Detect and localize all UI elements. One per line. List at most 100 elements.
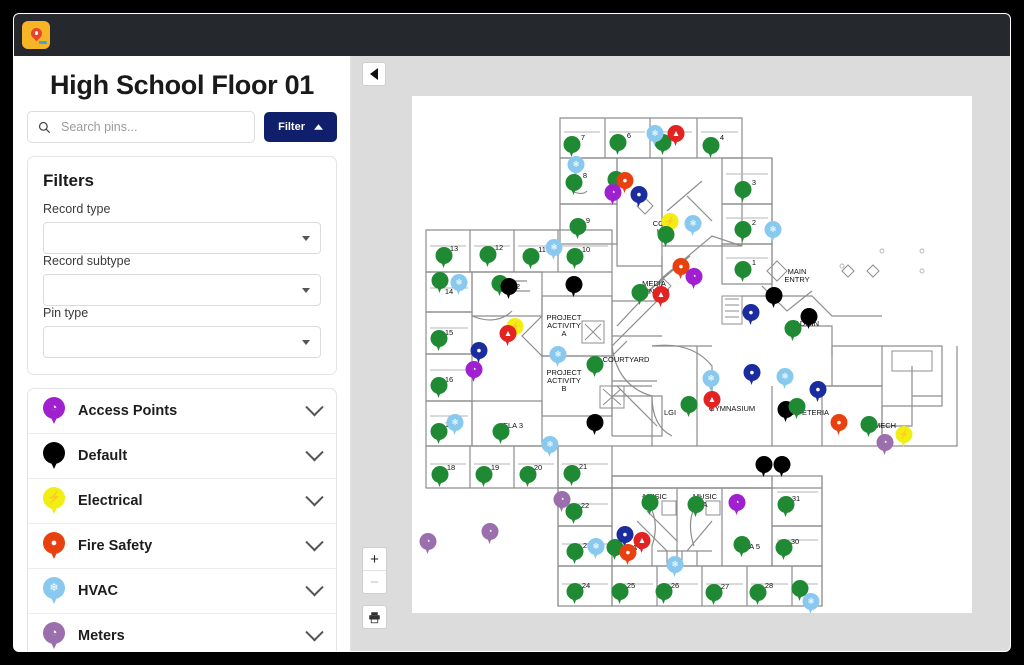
map-pin-default[interactable] bbox=[777, 496, 795, 518]
map-pin-default[interactable] bbox=[775, 539, 793, 561]
map-pin-meters[interactable]: ◔ bbox=[419, 533, 437, 555]
map-pin-default[interactable] bbox=[565, 174, 583, 196]
map-pin-default[interactable] bbox=[631, 284, 649, 306]
map-pin-plumbing[interactable]: ● bbox=[742, 304, 760, 326]
map-pin-fire-safety[interactable]: ▲ bbox=[633, 532, 651, 554]
map-pin-hvac[interactable]: ❄ bbox=[549, 346, 567, 368]
map-pin-hvac[interactable]: ❄ bbox=[587, 538, 605, 560]
map-pin-default[interactable] bbox=[702, 137, 720, 159]
map-pin-access-points[interactable]: ◔ bbox=[465, 361, 483, 383]
map-pin-default[interactable] bbox=[430, 423, 448, 445]
map-pin-default[interactable] bbox=[563, 465, 581, 487]
map-pin-default[interactable] bbox=[860, 416, 878, 438]
map-pin-default[interactable] bbox=[435, 247, 453, 269]
floorplan-canvas[interactable]: 76548392113121110COMP LABMEDIA CENTERMAI… bbox=[412, 96, 972, 613]
map-pin-default[interactable] bbox=[765, 287, 783, 309]
map-pin-default[interactable] bbox=[563, 136, 581, 158]
map-pin-default[interactable] bbox=[479, 246, 497, 268]
zoom-out-button[interactable]: − bbox=[363, 571, 386, 593]
map-pin-default[interactable] bbox=[475, 466, 493, 488]
category-item-meters[interactable]: ◔ Meters bbox=[28, 614, 336, 651]
map-pin-fire-safety[interactable]: ▲ bbox=[499, 325, 517, 347]
category-item-electrical[interactable]: ⚡ Electrical bbox=[28, 479, 336, 524]
map-pin-default[interactable] bbox=[734, 181, 752, 203]
map-pin-plumbing[interactable]: ● bbox=[809, 381, 827, 403]
filter-button[interactable]: Filter bbox=[264, 112, 337, 142]
map-pin-default[interactable] bbox=[565, 276, 583, 298]
map-pin-hvac[interactable]: ❄ bbox=[776, 368, 794, 390]
map-pin-default[interactable] bbox=[705, 584, 723, 606]
category-item-hvac[interactable]: ❄ HVAC bbox=[28, 569, 336, 614]
map-pin-default[interactable] bbox=[749, 584, 767, 606]
record-type-select[interactable] bbox=[43, 222, 321, 254]
chevron-down-icon[interactable] bbox=[305, 397, 324, 416]
map-pin-access-points[interactable]: ◔ bbox=[728, 494, 746, 516]
map-pin-default[interactable] bbox=[734, 221, 752, 243]
map-pin-default[interactable] bbox=[566, 248, 584, 270]
map-pin-default[interactable] bbox=[492, 423, 510, 445]
zoom-controls[interactable]: + − bbox=[362, 547, 387, 594]
map-pin-electrical[interactable]: ⚡ bbox=[895, 426, 913, 448]
search-input-wrapper[interactable] bbox=[27, 111, 256, 143]
map-pin-default[interactable] bbox=[611, 583, 629, 605]
map-pin-plumbing[interactable]: ● bbox=[743, 364, 761, 386]
category-item-default[interactable]: Default bbox=[28, 434, 336, 479]
map-pin-fire-safety[interactable]: ● bbox=[830, 414, 848, 436]
zoom-in-button[interactable]: + bbox=[363, 548, 386, 571]
map-pin-default[interactable] bbox=[800, 308, 818, 330]
map-pin-default[interactable] bbox=[733, 536, 751, 558]
map-pin-default[interactable] bbox=[566, 583, 584, 605]
map-pin-default[interactable] bbox=[431, 466, 449, 488]
print-button[interactable] bbox=[362, 605, 387, 629]
map-pin-hvac[interactable]: ❄ bbox=[545, 239, 563, 261]
category-item-access-points[interactable]: ◔ Access Points bbox=[28, 389, 336, 434]
map-pin-default[interactable] bbox=[734, 261, 752, 283]
app-logo-icon[interactable] bbox=[22, 21, 50, 49]
chevron-down-icon[interactable] bbox=[305, 532, 324, 551]
map-pin-default[interactable] bbox=[657, 226, 675, 248]
record-subtype-select[interactable] bbox=[43, 274, 321, 306]
map-pin-hvac[interactable]: ❄ bbox=[646, 125, 664, 147]
chevron-down-icon[interactable] bbox=[305, 622, 324, 641]
map-pin-access-points[interactable]: ◔ bbox=[685, 268, 703, 290]
map-pin-hvac[interactable]: ❄ bbox=[802, 593, 820, 613]
map-pin-hvac[interactable]: ❄ bbox=[446, 414, 464, 436]
chevron-down-icon[interactable] bbox=[305, 487, 324, 506]
map-pin-default[interactable] bbox=[519, 466, 537, 488]
map-pin-default[interactable] bbox=[687, 496, 705, 518]
chevron-down-icon[interactable] bbox=[305, 442, 324, 461]
map-pin-hvac[interactable]: ❄ bbox=[684, 215, 702, 237]
map-pin-default[interactable] bbox=[680, 396, 698, 418]
map-pin-fire-safety[interactable]: ▲ bbox=[667, 125, 685, 147]
pin-type-select[interactable] bbox=[43, 326, 321, 358]
map-pin-access-points[interactable]: ◔ bbox=[604, 184, 622, 206]
map-pin-default[interactable] bbox=[586, 356, 604, 378]
collapse-sidebar-button[interactable] bbox=[362, 62, 386, 86]
map-pin-default[interactable] bbox=[655, 583, 673, 605]
map-pin-default[interactable] bbox=[784, 320, 802, 342]
map-pin-default[interactable] bbox=[569, 218, 587, 240]
category-item-fire-safety[interactable]: ● Fire Safety bbox=[28, 524, 336, 569]
map-pin-meters[interactable]: ◔ bbox=[481, 523, 499, 545]
map-pin-plumbing[interactable]: ● bbox=[630, 186, 648, 208]
map-pin-default[interactable] bbox=[430, 377, 448, 399]
map-pin-default[interactable] bbox=[773, 456, 791, 478]
map-panel[interactable]: 76548392113121110COMP LABMEDIA CENTERMAI… bbox=[351, 56, 1010, 651]
map-pin-hvac[interactable]: ❄ bbox=[541, 436, 559, 458]
map-pin-hvac[interactable]: ❄ bbox=[450, 274, 468, 296]
map-pin-hvac[interactable]: ❄ bbox=[764, 221, 782, 243]
map-pin-fire-safety[interactable]: ▲ bbox=[703, 391, 721, 413]
map-pin-default[interactable] bbox=[566, 543, 584, 565]
map-pin-hvac[interactable]: ❄ bbox=[702, 370, 720, 392]
chevron-down-icon[interactable] bbox=[305, 577, 324, 596]
map-pin-default[interactable] bbox=[430, 330, 448, 352]
map-pin-fire-safety[interactable]: ▲ bbox=[652, 286, 670, 308]
map-pin-default[interactable] bbox=[500, 278, 518, 300]
map-pin-meters[interactable]: ◔ bbox=[876, 434, 894, 456]
map-pin-default[interactable] bbox=[565, 503, 583, 525]
map-pin-default[interactable] bbox=[755, 456, 773, 478]
map-pin-default[interactable] bbox=[522, 248, 540, 270]
map-pin-default[interactable] bbox=[641, 494, 659, 516]
map-pin-default[interactable] bbox=[586, 414, 604, 436]
map-pin-default[interactable] bbox=[609, 134, 627, 156]
